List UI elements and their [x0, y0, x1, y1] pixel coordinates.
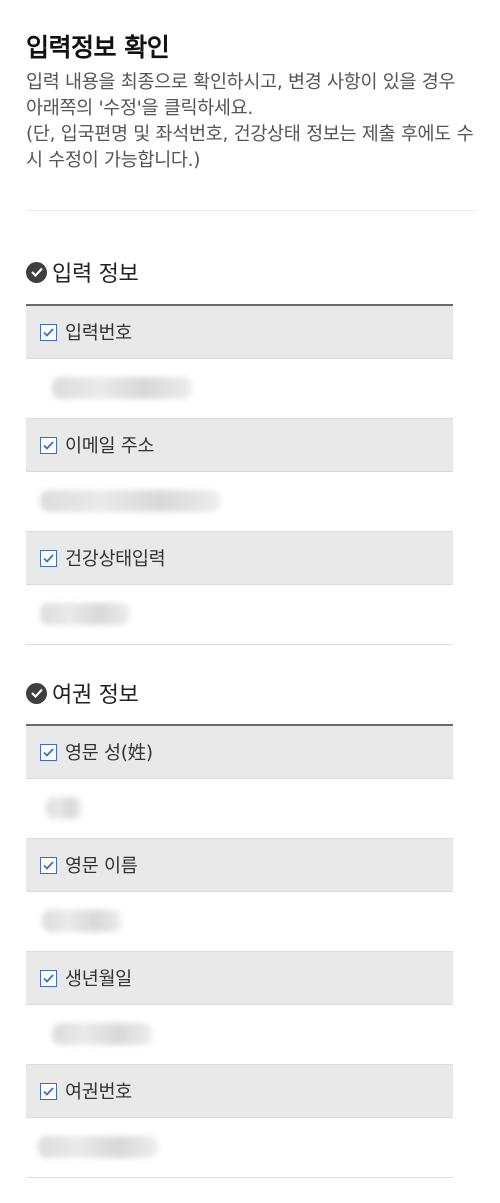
passport-info-list: 영문 성(姓) 영문 이름 생년월일 여권번호: [26, 724, 453, 1178]
section-title-label: 여권 정보: [52, 683, 139, 708]
field-value-surname: [26, 779, 453, 839]
check-circle-icon: [26, 261, 47, 283]
intro-note: (단, 입국편명 및 좌석번호, 건강상태 정보는 제출 후에도 수시 수정이 …: [26, 124, 474, 171]
field-header-passport-number: 여권번호: [26, 1065, 453, 1118]
redacted-value: [42, 910, 122, 932]
field-header-surname: 영문 성(姓): [26, 726, 453, 779]
redacted-value: [52, 1023, 152, 1045]
field-value-entry-number: [26, 359, 453, 419]
field-label: 이메일 주소: [65, 436, 155, 457]
field-header-birth-date: 생년월일: [26, 952, 453, 1005]
field-value-health-status: [26, 585, 453, 645]
divider: [26, 210, 476, 211]
input-info-list: 입력번호 이메일 주소 건강상태입력: [26, 304, 453, 645]
redacted-value: [40, 603, 130, 625]
field-label: 생년월일: [65, 969, 132, 990]
redacted-value: [38, 1136, 158, 1158]
confirm-page: 입력정보 확인 입력 내용을 최종으로 확인하시고, 변경 사항이 있을 경우 …: [0, 0, 500, 1203]
checkbox-checked-icon: [40, 969, 57, 987]
field-label: 입력번호: [65, 323, 132, 344]
intro-paragraph: 입력 내용을 최종으로 확인하시고, 변경 사항이 있을 경우 아래쪽의 '수정…: [26, 72, 456, 119]
field-header-email: 이메일 주소: [26, 419, 453, 472]
field-label: 건강상태입력: [65, 549, 166, 570]
field-value-passport-number: [26, 1118, 453, 1178]
field-header-health-status: 건강상태입력: [26, 532, 453, 585]
redacted-value: [40, 490, 220, 512]
intro-text: 입력 내용을 최종으로 확인하시고, 변경 사항이 있을 경우 아래쪽의 '수정…: [26, 70, 476, 174]
checkbox-checked-icon: [40, 436, 57, 454]
redacted-value: [52, 377, 192, 399]
page-title: 입력정보 확인: [26, 33, 170, 62]
section-title-label: 입력 정보: [52, 262, 139, 287]
check-circle-icon: [26, 682, 47, 704]
field-header-entry-number: 입력번호: [26, 306, 453, 359]
section-title-passport-info: 여권 정보: [26, 677, 139, 709]
redacted-value: [46, 797, 82, 819]
field-value-given-name: [26, 892, 453, 952]
checkbox-checked-icon: [40, 856, 57, 874]
checkbox-checked-icon: [40, 1082, 57, 1100]
section-title-input-info: 입력 정보: [26, 256, 139, 288]
field-label: 여권번호: [65, 1082, 132, 1103]
field-label: 영문 성(姓): [65, 743, 153, 764]
field-label: 영문 이름: [65, 856, 138, 877]
checkbox-checked-icon: [40, 549, 57, 567]
checkbox-checked-icon: [40, 743, 57, 761]
field-value-email: [26, 472, 453, 532]
field-value-birth-date: [26, 1005, 453, 1065]
field-header-given-name: 영문 이름: [26, 839, 453, 892]
checkbox-checked-icon: [40, 323, 57, 341]
